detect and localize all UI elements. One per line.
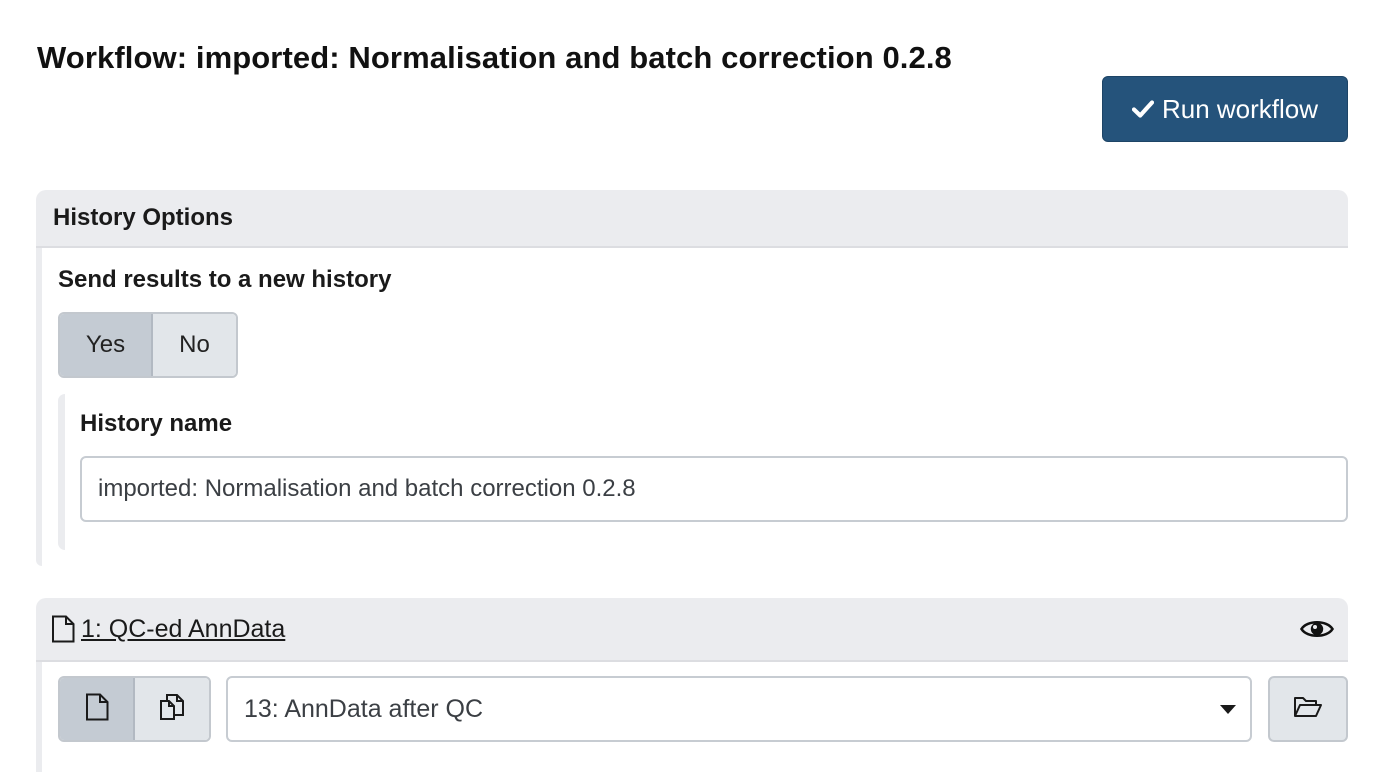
run-workflow-button[interactable]: Run workflow bbox=[1102, 76, 1348, 142]
single-dataset-button[interactable] bbox=[60, 678, 135, 740]
eye-icon[interactable] bbox=[1300, 617, 1334, 641]
card-left-border bbox=[36, 662, 42, 772]
input-step-header: 1: QC-ed AnnData bbox=[36, 598, 1348, 662]
history-options-card: History Options Send results to a new hi… bbox=[36, 190, 1348, 566]
dataset-select-value: 13: AnnData after QC bbox=[244, 694, 484, 723]
page-title: Workflow: imported: Normalisation and ba… bbox=[37, 40, 952, 75]
section-indent-bar bbox=[58, 394, 65, 550]
chevron-down-icon bbox=[1220, 704, 1236, 714]
run-workflow-label: Run workflow bbox=[1161, 93, 1319, 124]
history-name-label: History name bbox=[80, 410, 233, 437]
input-step-card: 1: QC-ed AnnData 13: AnnData after QC bbox=[36, 598, 1348, 772]
input-step-title-link[interactable]: 1: QC-ed AnnData bbox=[81, 615, 285, 644]
dataset-mode-toggle bbox=[58, 676, 211, 742]
history-options-header: History Options bbox=[36, 190, 1348, 248]
single-dataset-icon bbox=[85, 693, 109, 726]
history-name-input[interactable] bbox=[80, 456, 1348, 522]
workflow-run-page: Workflow: imported: Normalisation and ba… bbox=[0, 0, 1378, 772]
send-results-label: Send results to a new history bbox=[58, 266, 392, 293]
file-icon bbox=[51, 615, 75, 643]
new-history-toggle: Yes No bbox=[58, 312, 238, 378]
toggle-no-button[interactable]: No bbox=[153, 314, 236, 376]
multiple-datasets-button[interactable] bbox=[135, 678, 209, 740]
history-name-section: History name bbox=[58, 394, 1348, 550]
history-options-title: History Options bbox=[53, 204, 234, 231]
dataset-select[interactable]: 13: AnnData after QC bbox=[226, 676, 1252, 742]
multiple-datasets-icon bbox=[158, 693, 186, 726]
card-left-border bbox=[36, 248, 42, 566]
folder-open-icon bbox=[1293, 695, 1323, 724]
check-icon bbox=[1131, 99, 1154, 119]
toggle-yes-button[interactable]: Yes bbox=[60, 314, 153, 376]
browse-datasets-button[interactable] bbox=[1268, 676, 1348, 742]
